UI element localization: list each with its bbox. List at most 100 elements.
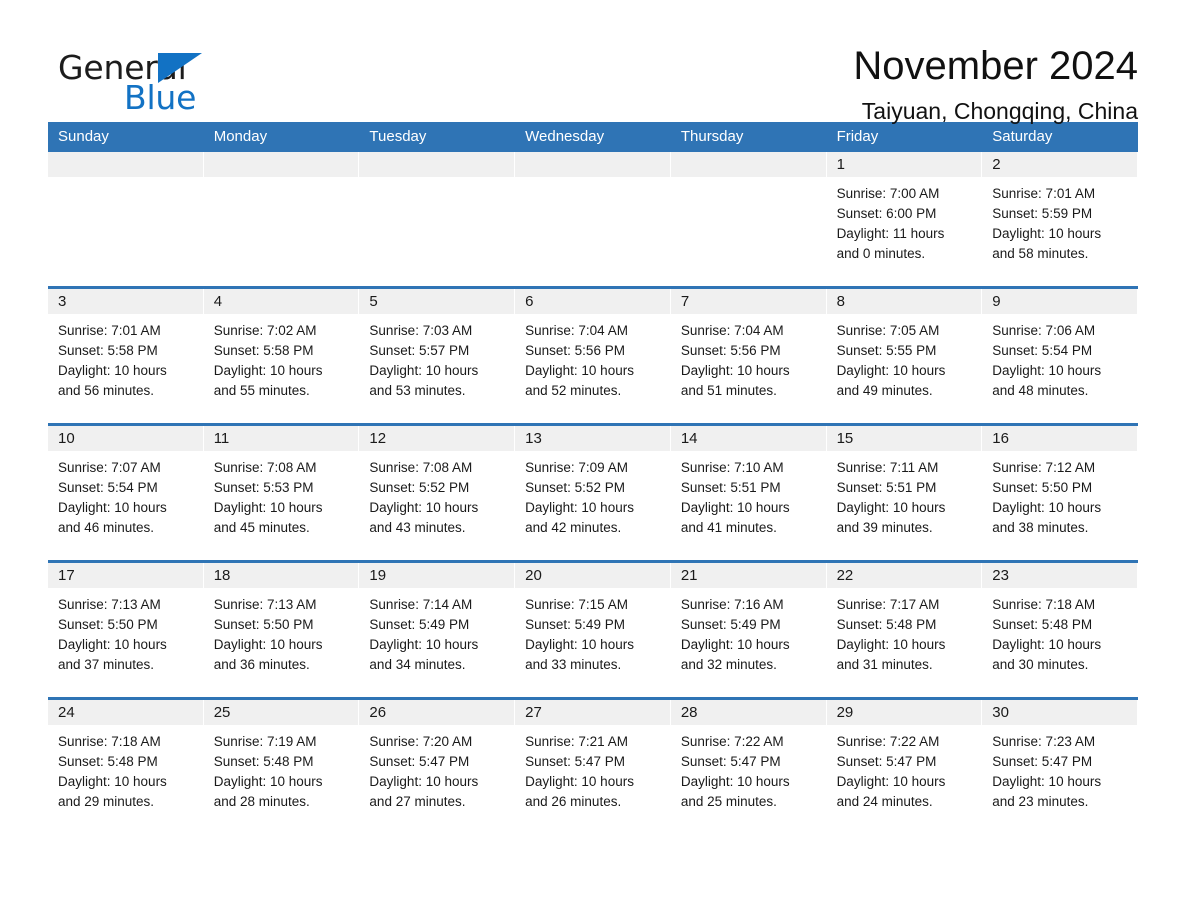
calendar-day-cell[interactable]: 20 Sunrise: 7:15 AM Sunset: 5:49 PM Dayligh… xyxy=(515,563,671,685)
day-info-line: Sunrise: 7:04 AM xyxy=(525,323,628,338)
day-info-line: Sunrise: 7:01 AM xyxy=(58,323,161,338)
calendar-day-cell[interactable]: 28 Sunrise: 7:22 AM Sunset: 5:47 PM Dayligh… xyxy=(670,700,827,822)
day-info-line: Sunrise: 7:11 AM xyxy=(836,460,939,475)
calendar-day-cell[interactable]: 22 Sunrise: 7:17 AM Sunset: 5:48 PM Dayligh… xyxy=(826,563,983,685)
day-info-line: Daylight: 10 hours xyxy=(836,637,946,652)
day-info-line: and 41 minutes. xyxy=(680,520,777,535)
day-info-line: and 31 minutes. xyxy=(836,657,933,672)
day-number: 11 xyxy=(203,426,359,451)
calendar-day-cell[interactable]: 10 Sunrise: 7:07 AM Sunset: 5:54 PM Dayligh… xyxy=(48,426,204,548)
calendar-day-cell[interactable]: 12 Sunrise: 7:08 AM Sunset: 5:52 PM Dayligh… xyxy=(359,426,516,548)
day-info-line: Sunrise: 7:16 AM xyxy=(680,597,784,612)
day-info-line: Daylight: 10 hours xyxy=(992,226,1102,241)
day-number: 28 xyxy=(670,700,826,725)
calendar-day-cell[interactable]: 2 Sunrise: 7:01 AM Sunset: 5:59 PM Daylight… xyxy=(982,152,1138,274)
day-info-line: Daylight: 10 hours xyxy=(680,363,790,378)
day-number: 10 xyxy=(48,426,203,451)
calendar-day-cell[interactable]: 29 Sunrise: 7:22 AM Sunset: 5:47 PM Dayligh… xyxy=(826,700,983,822)
calendar-day-cell-empty xyxy=(48,152,204,274)
calendar-day-cell[interactable]: 13 Sunrise: 7:09 AM Sunset: 5:52 PM Dayligh… xyxy=(515,426,671,548)
day-info-line: Sunrise: 7:23 AM xyxy=(992,734,1096,749)
day-info-line: Daylight: 10 hours xyxy=(992,500,1102,515)
calendar-day-cell[interactable]: 14 Sunrise: 7:10 AM Sunset: 5:51 PM Dayligh… xyxy=(670,426,827,548)
day-info-line: and 51 minutes. xyxy=(680,383,777,398)
weekday-header-wednesday: Wednesday xyxy=(525,128,605,145)
day-number: 7 xyxy=(670,289,826,314)
calendar-day-cell-empty xyxy=(359,152,516,274)
day-number: 3 xyxy=(48,289,203,314)
day-info-line: and 36 minutes. xyxy=(213,657,310,672)
calendar-day-cell[interactable]: 24 Sunrise: 7:18 AM Sunset: 5:48 PM Dayligh… xyxy=(48,700,204,822)
day-info-line: and 0 minutes. xyxy=(836,246,926,261)
day-info-line: Daylight: 10 hours xyxy=(58,774,167,789)
calendar-day-cell[interactable]: 6 Sunrise: 7:04 AM Sunset: 5:56 PM Daylight… xyxy=(515,289,671,411)
day-info-line: Daylight: 10 hours xyxy=(680,637,790,652)
calendar-day-cell[interactable]: 11 Sunrise: 7:08 AM Sunset: 5:53 PM Dayligh… xyxy=(203,426,360,548)
day-info-line: and 38 minutes. xyxy=(992,520,1089,535)
calendar-day-cell[interactable]: 26 Sunrise: 7:20 AM Sunset: 5:47 PM Dayligh… xyxy=(359,700,516,822)
day-info-line: Sunrise: 7:00 AM xyxy=(836,186,940,201)
page-title: November 2024 xyxy=(853,44,1138,88)
day-info-line: Sunset: 5:50 PM xyxy=(992,480,1093,495)
weekday-header-saturday: Saturday xyxy=(992,128,1053,145)
weekday-header-tuesday: Tuesday xyxy=(369,128,427,145)
day-info-line: Daylight: 10 hours xyxy=(369,500,479,515)
day-info-line: and 58 minutes. xyxy=(992,246,1089,261)
day-info-line: Sunset: 5:54 PM xyxy=(992,343,1093,358)
calendar-day-cell[interactable]: 19 Sunrise: 7:14 AM Sunset: 5:49 PM Dayligh… xyxy=(359,563,516,685)
day-sun-info: Sunrise: 7:01 AM Sunset: 5:58 PM Daylight:… xyxy=(48,314,203,401)
calendar-day-cell[interactable]: 3 Sunrise: 7:01 AM Sunset: 5:58 PM Daylight… xyxy=(48,289,204,411)
day-number: 1 xyxy=(826,152,982,177)
day-info-line: Sunset: 5:56 PM xyxy=(525,343,625,358)
generalblue-logo[interactable]: General Blue xyxy=(48,42,263,116)
day-info-line: Sunset: 5:50 PM xyxy=(58,617,158,632)
day-number: 2 xyxy=(982,152,1137,177)
day-info-line: Sunrise: 7:18 AM xyxy=(992,597,1096,612)
calendar-day-cell[interactable]: 25 Sunrise: 7:19 AM Sunset: 5:48 PM Dayligh… xyxy=(203,700,360,822)
day-info-line: Daylight: 10 hours xyxy=(525,637,634,652)
day-info-line: Sunrise: 7:05 AM xyxy=(836,323,940,338)
calendar-day-cell[interactable]: 30 Sunrise: 7:23 AM Sunset: 5:47 PM Dayligh… xyxy=(982,700,1138,822)
weekday-header-row: Sunday Monday Tuesday Wednesday Thursday Frid… xyxy=(48,122,1138,152)
day-info-line: Sunset: 5:51 PM xyxy=(680,480,781,495)
day-number: 19 xyxy=(359,563,515,588)
calendar-day-cell[interactable]: 9 Sunrise: 7:06 AM Sunset: 5:54 PM Daylight… xyxy=(982,289,1138,411)
day-info-line: Sunrise: 7:22 AM xyxy=(680,734,784,749)
calendar-day-cell[interactable]: 7 Sunrise: 7:04 AM Sunset: 5:56 PM Daylight… xyxy=(670,289,827,411)
title-block: November 2024 Taiyuan, Chongqing, China xyxy=(853,42,1140,126)
day-info-line: Sunset: 5:49 PM xyxy=(369,617,470,632)
calendar-day-cell[interactable]: 27 Sunrise: 7:21 AM Sunset: 5:47 PM Dayligh… xyxy=(515,700,671,822)
calendar-day-cell[interactable]: 16 Sunrise: 7:12 AM Sunset: 5:50 PM Dayligh… xyxy=(982,426,1138,548)
day-info-line: and 49 minutes. xyxy=(836,383,933,398)
calendar-table: Sunday Monday Tuesday Wednesday Thursday Frid… xyxy=(48,122,1138,822)
day-sun-info: Sunrise: 7:04 AM Sunset: 5:56 PM Daylight:… xyxy=(515,314,670,401)
calendar-day-cell-empty xyxy=(203,152,360,274)
day-info-line: and 32 minutes. xyxy=(680,657,777,672)
day-sun-info: Sunrise: 7:22 AM Sunset: 5:47 PM Daylight:… xyxy=(671,725,826,812)
calendar-day-cell[interactable]: 21 Sunrise: 7:16 AM Sunset: 5:49 PM Dayligh… xyxy=(670,563,827,685)
logo-text-blue: Blue xyxy=(124,78,197,117)
calendar-day-cell[interactable]: 5 Sunrise: 7:03 AM Sunset: 5:57 PM Daylight… xyxy=(359,289,516,411)
day-number xyxy=(515,152,670,177)
calendar-day-cell[interactable]: 1 Sunrise: 7:00 AM Sunset: 6:00 PM Daylight… xyxy=(826,152,983,274)
day-sun-info: Sunrise: 7:18 AM Sunset: 5:48 PM Daylight:… xyxy=(982,588,1137,675)
day-info-line: Daylight: 10 hours xyxy=(992,363,1102,378)
calendar-day-cell[interactable]: 23 Sunrise: 7:18 AM Sunset: 5:48 PM Dayligh… xyxy=(982,563,1138,685)
day-number: 22 xyxy=(826,563,982,588)
calendar-day-cell[interactable]: 8 Sunrise: 7:05 AM Sunset: 5:55 PM Daylight… xyxy=(826,289,983,411)
day-info-line: and 39 minutes. xyxy=(836,520,933,535)
day-sun-info: Sunrise: 7:13 AM Sunset: 5:50 PM Daylight:… xyxy=(48,588,203,675)
day-number xyxy=(48,152,203,177)
day-info-line: Sunrise: 7:12 AM xyxy=(992,460,1096,475)
day-info-line: Sunrise: 7:19 AM xyxy=(213,734,317,749)
day-info-line: Daylight: 11 hours xyxy=(836,226,945,241)
day-number: 5 xyxy=(359,289,515,314)
day-number: 23 xyxy=(982,563,1137,588)
calendar-day-cell[interactable]: 17 Sunrise: 7:13 AM Sunset: 5:50 PM Dayligh… xyxy=(48,563,204,685)
calendar-day-cell[interactable]: 15 Sunrise: 7:11 AM Sunset: 5:51 PM Dayligh… xyxy=(826,426,983,548)
day-number: 20 xyxy=(515,563,670,588)
day-info-line: Daylight: 10 hours xyxy=(58,363,167,378)
calendar-day-cell[interactable]: 18 Sunrise: 7:13 AM Sunset: 5:50 PM Dayligh… xyxy=(203,563,360,685)
day-info-line: Sunrise: 7:09 AM xyxy=(525,460,628,475)
calendar-day-cell[interactable]: 4 Sunrise: 7:02 AM Sunset: 5:58 PM Daylight… xyxy=(203,289,360,411)
